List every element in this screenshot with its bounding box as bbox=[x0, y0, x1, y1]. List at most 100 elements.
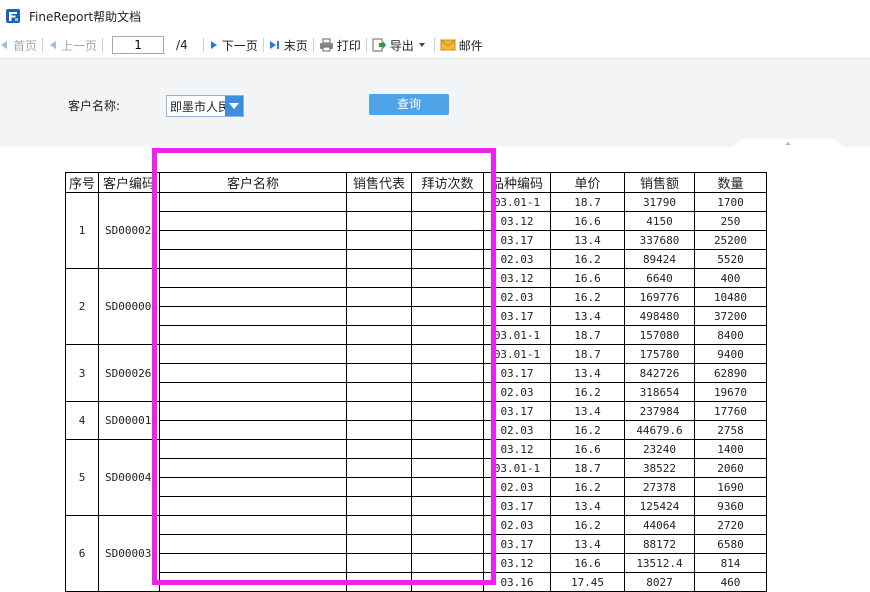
unit-price-cell: 16.2 bbox=[550, 420, 625, 440]
sales-amount-cell: 44679.6 bbox=[624, 420, 695, 440]
customer-name-value: 即墨市人民 bbox=[170, 100, 226, 114]
quantity-cell: 9360 bbox=[694, 496, 767, 516]
sales-amount-cell: 125424 bbox=[624, 496, 695, 516]
quantity-cell: 2060 bbox=[694, 458, 767, 478]
page-total: /4 bbox=[176, 38, 188, 52]
window-title: FineReport帮助文档 bbox=[29, 9, 142, 24]
chevron-down-icon bbox=[229, 103, 239, 109]
seq-cell: 1 bbox=[65, 192, 99, 269]
print-label: 打印 bbox=[336, 38, 361, 53]
quantity-cell: 814 bbox=[694, 553, 767, 573]
print-button[interactable]: 打印 bbox=[319, 37, 361, 54]
customer-code-cell: SD000004 bbox=[98, 268, 160, 345]
seq-cell: 6 bbox=[65, 515, 99, 592]
unit-price-cell: 13.4 bbox=[550, 363, 625, 383]
quantity-cell: 250 bbox=[694, 211, 767, 231]
first-page-label: 首页 bbox=[13, 38, 38, 53]
header-unit-price: 单价 bbox=[550, 172, 625, 193]
quantity-cell: 8400 bbox=[694, 325, 767, 345]
sales-amount-cell: 498480 bbox=[624, 306, 695, 326]
unit-price-cell: 13.4 bbox=[550, 401, 625, 421]
first-page-button[interactable]: 首页 bbox=[0, 37, 37, 54]
last-page-icon bbox=[269, 41, 279, 49]
customer-code-cell: SD000032 bbox=[98, 515, 160, 592]
unit-price-cell: 13.4 bbox=[550, 496, 625, 516]
quantity-cell: 37200 bbox=[694, 306, 767, 326]
header-seq: 序号 bbox=[65, 172, 99, 193]
title-bar: FineReport帮助文档 bbox=[0, 0, 870, 33]
sales-amount-cell: 23240 bbox=[624, 439, 695, 459]
unit-price-cell: 18.7 bbox=[550, 325, 625, 345]
toolbar-divider bbox=[433, 38, 435, 52]
highlight-rectangle bbox=[152, 148, 496, 585]
seq-cell: 2 bbox=[65, 268, 99, 345]
toolbar-divider bbox=[262, 38, 264, 52]
customer-name-combo[interactable]: 即墨市人民 bbox=[166, 95, 244, 117]
unit-price-cell: 18.7 bbox=[550, 458, 625, 478]
quantity-cell: 2720 bbox=[694, 515, 767, 535]
sales-amount-cell: 31790 bbox=[624, 192, 695, 212]
seq-cell: 4 bbox=[65, 401, 99, 440]
unit-price-cell: 13.4 bbox=[550, 534, 625, 554]
sales-amount-cell: 8027 bbox=[624, 572, 695, 592]
quantity-cell: 460 bbox=[694, 572, 767, 592]
toolbar-divider bbox=[42, 38, 44, 52]
last-page-button[interactable]: 末页 bbox=[269, 37, 308, 54]
toolbar-divider bbox=[102, 38, 104, 52]
query-button[interactable]: 查询 bbox=[369, 94, 449, 115]
export-button[interactable]: 导出 bbox=[372, 37, 429, 54]
prev-page-button[interactable]: 上一页 bbox=[48, 37, 97, 54]
toolbar-divider bbox=[202, 38, 204, 52]
sales-amount-cell: 13512.4 bbox=[624, 553, 695, 573]
unit-price-cell: 16.6 bbox=[550, 439, 625, 459]
unit-price-cell: 16.2 bbox=[550, 287, 625, 307]
unit-price-cell: 18.7 bbox=[550, 192, 625, 212]
sales-amount-cell: 318654 bbox=[624, 382, 695, 402]
export-icon bbox=[372, 38, 386, 51]
mail-label: 邮件 bbox=[458, 38, 483, 53]
customer-name-label: 客户名称: bbox=[68, 99, 121, 113]
sales-amount-cell: 38522 bbox=[624, 458, 695, 478]
seq-cell: 3 bbox=[65, 344, 99, 402]
unit-price-cell: 16.6 bbox=[550, 211, 625, 231]
sales-amount-cell: 27378 bbox=[624, 477, 695, 497]
page-number-input[interactable] bbox=[112, 36, 165, 54]
prev-page-label: 上一页 bbox=[61, 38, 98, 53]
sales-amount-cell: 44064 bbox=[624, 515, 695, 535]
quantity-cell: 19670 bbox=[694, 382, 767, 402]
quantity-cell: 1400 bbox=[694, 439, 767, 459]
unit-price-cell: 13.4 bbox=[550, 230, 625, 250]
sales-amount-cell: 237984 bbox=[624, 401, 695, 421]
customer-code-cell: SD000022 bbox=[98, 192, 160, 269]
collapse-pane-handle[interactable] bbox=[732, 139, 844, 147]
header-sales-amount: 销售额 bbox=[624, 172, 695, 193]
sales-amount-cell: 6640 bbox=[624, 268, 695, 288]
customer-code-cell: SD000261 bbox=[98, 344, 160, 402]
seq-cell: 5 bbox=[65, 439, 99, 516]
finereport-logo-icon bbox=[6, 9, 20, 23]
quantity-cell: 9400 bbox=[694, 344, 767, 364]
next-page-button[interactable]: 下一页 bbox=[209, 37, 258, 54]
toolbar-divider bbox=[312, 38, 314, 52]
next-page-icon bbox=[210, 41, 217, 49]
sales-amount-cell: 88172 bbox=[624, 534, 695, 554]
header-quantity: 数量 bbox=[694, 172, 767, 193]
unit-price-cell: 16.2 bbox=[550, 249, 625, 269]
combo-dropdown-button[interactable] bbox=[225, 96, 243, 116]
quantity-cell: 6580 bbox=[694, 534, 767, 554]
unit-price-cell: 16.6 bbox=[550, 268, 625, 288]
first-page-icon bbox=[1, 41, 7, 49]
sales-amount-cell: 169776 bbox=[624, 287, 695, 307]
sales-amount-cell: 842726 bbox=[624, 363, 695, 383]
prev-page-icon bbox=[50, 41, 57, 49]
sales-amount-cell: 157080 bbox=[624, 325, 695, 345]
quantity-cell: 400 bbox=[694, 268, 767, 288]
sales-amount-cell: 4150 bbox=[624, 211, 695, 231]
mail-button[interactable]: 邮件 bbox=[440, 37, 483, 54]
sales-amount-cell: 337680 bbox=[624, 230, 695, 250]
last-page-label: 末页 bbox=[283, 38, 308, 53]
quantity-cell: 1700 bbox=[694, 192, 767, 212]
unit-price-cell: 13.4 bbox=[550, 306, 625, 326]
customer-code-cell: SD000017 bbox=[98, 401, 160, 440]
unit-price-cell: 16.2 bbox=[550, 515, 625, 535]
